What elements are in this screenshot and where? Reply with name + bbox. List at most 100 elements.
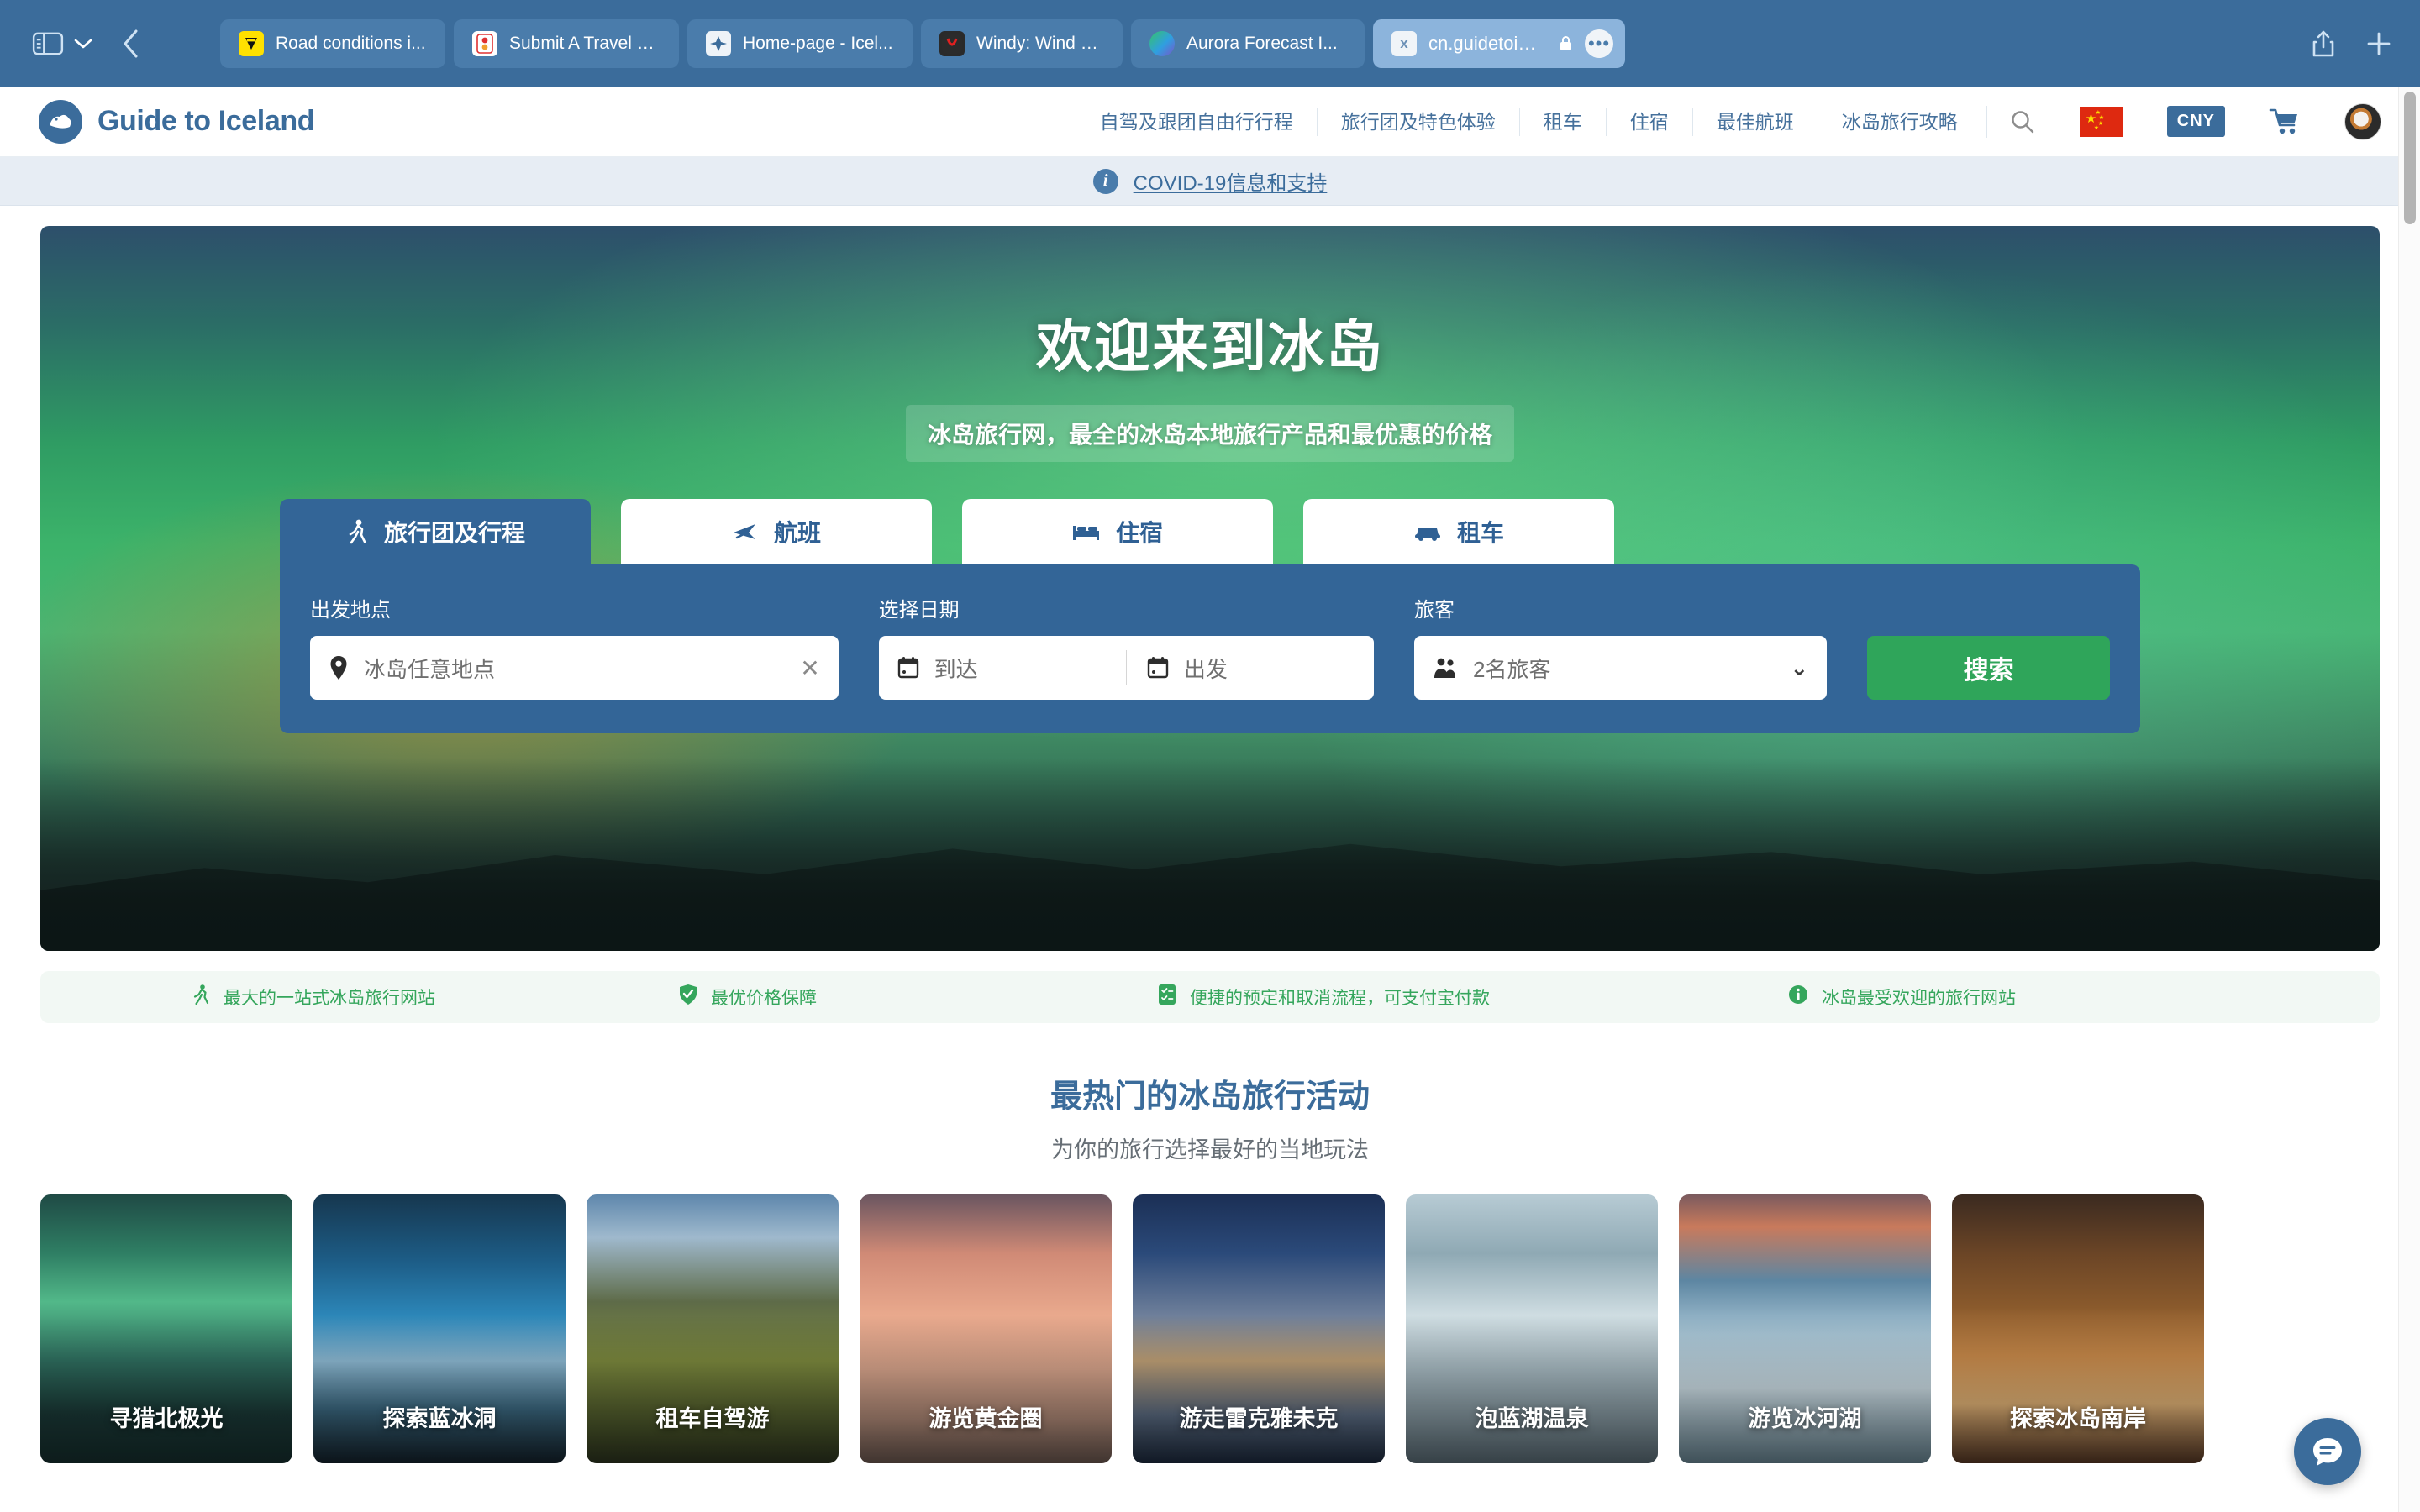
tab-flights[interactable]: 航班	[621, 499, 932, 564]
browser-tab-title: Road conditions i...	[276, 33, 426, 53]
passengers-group: 旅客 2名旅客 ⌄	[1414, 593, 1828, 700]
hero-subtitle: 冰岛旅行网，最全的冰岛本地旅行产品和最优惠的价格	[905, 405, 1514, 462]
activity-card-label: 租车自驾游	[655, 1406, 770, 1431]
browser-tab-title: Home-page - Icel...	[743, 33, 893, 53]
page-body: 欢迎来到冰岛 冰岛旅行网，最全的冰岛本地旅行产品和最优惠的价格 旅行团及行程 航…	[0, 206, 2420, 1463]
activity-card[interactable]: 探索冰岛南岸	[1952, 1194, 2204, 1463]
windy-favicon	[939, 30, 965, 56]
browser-tab[interactable]: Windy: Wind map...	[921, 18, 1123, 68]
departure-place-group: 出发地点 冰岛任意地点 ✕	[310, 593, 839, 700]
avatar[interactable]	[2323, 102, 2381, 140]
nav-item-car-rental[interactable]: 租车	[1518, 107, 1606, 136]
china-flag: ★ ★ ★ ★ ★	[2079, 106, 2123, 137]
activity-card[interactable]: 游览黄金圈	[860, 1194, 1112, 1463]
car-icon	[1413, 522, 1442, 542]
info-icon	[1788, 984, 1808, 1010]
aurora-favicon	[1150, 30, 1175, 56]
covid-info-link[interactable]: COVID-19信息和支持	[1134, 166, 1328, 196]
date-group: 选择日期 到达 出发	[878, 593, 1375, 700]
search-button[interactable]: 搜索	[1867, 636, 2110, 700]
tab-car-rental-label: 租车	[1456, 520, 1504, 546]
close-icon[interactable]: ✕	[792, 654, 819, 682]
flag-star-small: ★	[2093, 124, 2100, 131]
browser-tab[interactable]: Aurora Forecast I...	[1131, 18, 1365, 68]
nav-item-self-drive[interactable]: 自驾及跟团自由行行程	[1075, 107, 1317, 136]
passengers-select[interactable]: 2名旅客 ⌄	[1414, 636, 1828, 700]
departure-date-input[interactable]: 出发	[1147, 653, 1355, 684]
brand-name: Guide to Iceland	[97, 105, 315, 137]
scrollbar-thumb[interactable]	[2404, 92, 2416, 224]
road-conditions-favicon	[239, 30, 264, 56]
new-tab-icon[interactable]	[2366, 31, 2391, 56]
tab-car-rental[interactable]: 租车	[1303, 499, 1614, 564]
map-pin-icon	[329, 655, 349, 680]
activity-card-label: 游览黄金圈	[929, 1406, 1043, 1431]
activity-card[interactable]: 游览冰河湖	[1679, 1194, 1931, 1463]
activity-card[interactable]: 租车自驾游	[587, 1194, 839, 1463]
chevron-down-icon[interactable]	[67, 29, 99, 59]
site-logo[interactable]: Guide to Iceland	[39, 99, 315, 144]
activity-card[interactable]: 探索蓝冰洞	[313, 1194, 566, 1463]
departure-place-value: 冰岛任意地点	[364, 656, 496, 682]
browser-tab-title: Submit A Travel P...	[509, 33, 660, 53]
nav-item-accommodation[interactable]: 住宿	[1605, 107, 1692, 136]
passengers-label: 旅客	[1414, 599, 1455, 622]
section-title: 最热门的冰岛旅行活动	[1050, 1079, 1370, 1115]
avatar-image	[2344, 102, 2381, 140]
chat-support-button[interactable]	[2294, 1418, 2361, 1485]
chevron-down-icon[interactable]: ⌄	[1790, 655, 1808, 681]
plane-icon	[732, 521, 759, 543]
browser-tab-active[interactable]: x cn.guidetoiceland.is •••	[1373, 18, 1625, 68]
tab-accommodation-label: 住宿	[1115, 520, 1163, 546]
activity-card-label: 探索冰岛南岸	[2010, 1406, 2146, 1431]
currency-selector[interactable]: CNY	[2145, 106, 2247, 138]
currency-badge: CNY	[2166, 106, 2225, 137]
benefit-item: 最优价格保障	[679, 984, 1158, 1011]
date-split: 到达 出发	[897, 650, 1355, 685]
nav-item-flights[interactable]: 最佳航班	[1691, 107, 1818, 136]
app-root: Road conditions i... Submit A Travel P..…	[0, 0, 2420, 1512]
tab-tours[interactable]: 旅行团及行程	[280, 499, 591, 564]
calendar-icon	[1147, 656, 1169, 680]
activity-card[interactable]: 泡蓝湖温泉	[1406, 1194, 1658, 1463]
travel-form-favicon	[472, 30, 497, 56]
share-icon[interactable]	[2311, 29, 2336, 58]
departure-place-input[interactable]: 冰岛任意地点 ✕	[310, 636, 839, 700]
tab-flights-label: 航班	[773, 520, 821, 546]
covid-banner: i COVID-19信息和支持	[0, 157, 2420, 206]
logo-mark-icon	[39, 99, 82, 144]
page-scrollbar[interactable]	[2398, 87, 2420, 1512]
activity-card[interactable]: 游走雷克雅未克	[1133, 1194, 1385, 1463]
header-action-icons: ★ ★ ★ ★ ★ CNY	[1986, 102, 2381, 140]
browser-tab[interactable]: Road conditions i...	[220, 18, 445, 68]
browser-tab[interactable]: Submit A Travel P...	[454, 18, 679, 68]
benefit-text: 便捷的预定和取消流程，可支付宝付款	[1190, 989, 1490, 1008]
benefit-text: 冰岛最受欢迎的旅行网站	[1822, 989, 2016, 1008]
browser-tab-strip: Road conditions i... Submit A Travel P..…	[220, 18, 2286, 68]
tab-accommodation[interactable]: 住宿	[962, 499, 1273, 564]
checklist-icon	[1158, 984, 1176, 1011]
benefit-item: 便捷的预定和取消流程，可支付宝付款	[1158, 984, 1788, 1011]
sidebar-toggle-icon[interactable]	[29, 29, 67, 59]
chrome-right-controls	[2311, 29, 2391, 58]
back-button-icon[interactable]	[108, 27, 155, 60]
search-icon[interactable]	[1986, 105, 2058, 138]
cart-icon[interactable]	[2247, 106, 2323, 138]
date-inputs: 到达 出发	[878, 636, 1375, 700]
activity-card-label: 游览冰河湖	[1748, 1406, 1862, 1431]
activity-card[interactable]: 寻猎北极光	[40, 1194, 292, 1463]
language-flag-icon[interactable]: ★ ★ ★ ★ ★	[2058, 106, 2145, 138]
hero-section: 欢迎来到冰岛 冰岛旅行网，最全的冰岛本地旅行产品和最优惠的价格 旅行团及行程 航…	[0, 206, 2420, 951]
browser-tab[interactable]: Home-page - Icel...	[687, 18, 913, 68]
benefits-bar: 最大的一站式冰岛旅行网站 最优价格保障 便捷的预定和取消流程，可支付宝付款 冰岛…	[40, 971, 2380, 1023]
nav-item-tours[interactable]: 旅行团及特色体验	[1316, 107, 1519, 136]
browser-tab-title: Aurora Forecast I...	[1186, 33, 1338, 53]
arrival-date-input[interactable]: 到达	[897, 653, 1106, 684]
tab-more-button[interactable]: •••	[1585, 29, 1613, 58]
arrival-date-value: 到达	[934, 656, 978, 682]
hiker-icon	[192, 984, 210, 1011]
flag-star-small: ★	[2098, 114, 2105, 121]
lock-icon	[1559, 34, 1573, 52]
nav-item-travel-guide[interactable]: 冰岛旅行攻略	[1817, 107, 1981, 136]
search-widget: 旅行团及行程 航班 住宿 租车 出发地点 冰岛任意地点 ✕ 选择日期 到达 出发…	[280, 499, 2140, 733]
